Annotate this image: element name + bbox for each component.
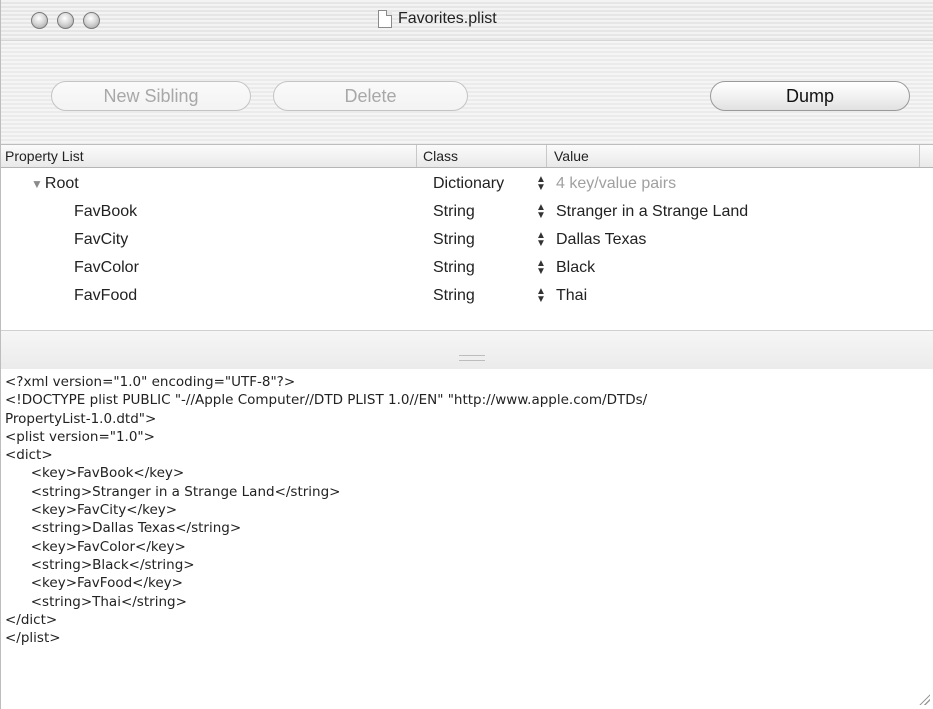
close-window-icon[interactable] <box>31 12 48 29</box>
row-class[interactable]: Dictionary <box>433 175 504 193</box>
row-class[interactable]: String <box>433 287 475 305</box>
row-value[interactable]: 4 key/value pairs <box>556 175 676 193</box>
column-divider[interactable] <box>546 145 547 167</box>
window-title: Favorites.plist <box>398 10 497 27</box>
outline-row[interactable]: FavFood String ▲ ▼ Thai <box>1 283 933 311</box>
delete-button[interactable]: Delete <box>273 81 468 111</box>
xml-text-view[interactable]: <?xml version="1.0" encoding="UTF-8"?> <… <box>1 369 933 709</box>
stepper-icon[interactable]: ▲ ▼ <box>536 175 546 193</box>
row-value[interactable]: Black <box>556 259 595 277</box>
outline-row[interactable]: FavCity String ▲ ▼ Dallas Texas <box>1 227 933 255</box>
row-value[interactable]: Dallas Texas <box>556 231 646 249</box>
property-list-outline[interactable]: Property List Class Value ▼ Root Dictiona… <box>1 145 933 350</box>
row-key[interactable]: FavBook <box>74 203 137 221</box>
dump-button[interactable]: Dump <box>710 81 910 111</box>
document-icon <box>378 10 392 28</box>
column-header-class[interactable]: Class <box>423 148 458 164</box>
new-sibling-button[interactable]: New Sibling <box>51 81 251 111</box>
row-key[interactable]: FavColor <box>74 259 139 277</box>
minimize-window-icon[interactable] <box>57 12 74 29</box>
zoom-window-icon[interactable] <box>83 12 100 29</box>
splitter-grip-icon[interactable] <box>459 355 485 361</box>
column-headers: Property List Class Value <box>1 145 933 168</box>
outline-row-root[interactable]: ▼ Root Dictionary ▲ ▼ 4 key/value pairs <box>1 171 933 199</box>
resize-grip-icon[interactable] <box>918 693 930 705</box>
split-view-divider[interactable] <box>1 330 933 370</box>
row-key[interactable]: ▼ Root <box>31 175 79 193</box>
outline-row[interactable]: FavColor String ▲ ▼ Black <box>1 255 933 283</box>
column-header-value[interactable]: Value <box>554 148 589 164</box>
row-class[interactable]: String <box>433 231 475 249</box>
title-bar[interactable]: Favorites.plist <box>1 0 933 41</box>
stepper-icon[interactable]: ▲ ▼ <box>536 259 546 277</box>
column-divider[interactable] <box>416 145 417 167</box>
row-value[interactable]: Stranger in a Strange Land <box>556 203 748 221</box>
outline-row[interactable]: FavBook String ▲ ▼ Stranger in a Strange … <box>1 199 933 227</box>
row-value[interactable]: Thai <box>556 287 587 305</box>
row-class[interactable]: String <box>433 203 475 221</box>
column-header-property-list[interactable]: Property List <box>5 148 84 164</box>
stepper-icon[interactable]: ▲ ▼ <box>536 203 546 221</box>
row-class[interactable]: String <box>433 259 475 277</box>
stepper-icon[interactable]: ▲ ▼ <box>536 231 546 249</box>
disclosure-triangle-icon[interactable]: ▼ <box>31 177 43 191</box>
toolbar: New Sibling Delete Dump <box>1 41 933 145</box>
xml-dump-text[interactable]: <?xml version="1.0" encoding="UTF-8"?> <… <box>5 373 920 647</box>
row-key[interactable]: FavCity <box>74 231 128 249</box>
stepper-icon[interactable]: ▲ ▼ <box>536 287 546 305</box>
plist-editor-window: Favorites.plist New Sibling Delete Dump … <box>0 0 933 709</box>
row-key[interactable]: FavFood <box>74 287 137 305</box>
column-divider[interactable] <box>919 145 920 167</box>
